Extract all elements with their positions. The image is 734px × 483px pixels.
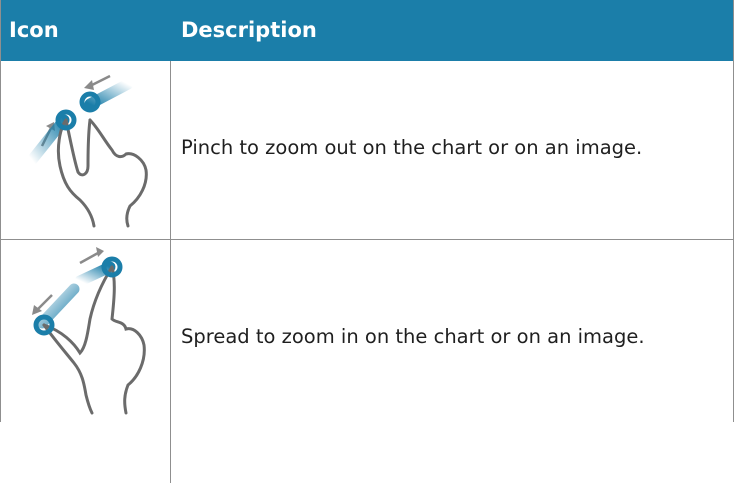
row-description: Pinch to zoom out on the chart or on an … <box>181 136 643 159</box>
header-icon-label: Icon <box>9 18 59 42</box>
row-divider <box>0 239 734 240</box>
gesture-table: Icon Description Pinch to zoom out on th… <box>0 0 734 483</box>
row-description: Spread to zoom in on the chart or on an … <box>181 325 645 348</box>
spread-gesture-icon <box>32 247 146 415</box>
table-left-border <box>0 0 1 422</box>
column-divider <box>170 61 171 483</box>
pinch-gesture-icon <box>26 74 148 228</box>
table-header-row: Icon Description <box>0 0 734 61</box>
header-description-label: Description <box>181 18 317 42</box>
